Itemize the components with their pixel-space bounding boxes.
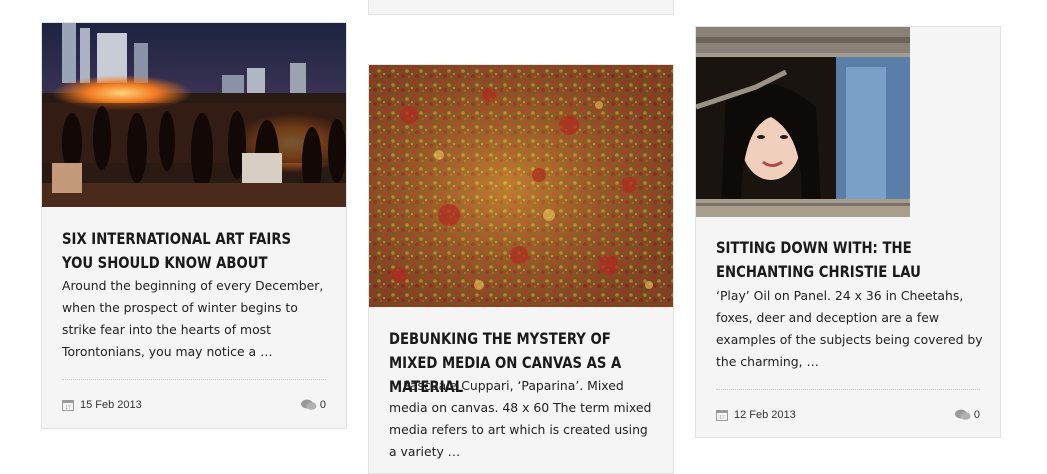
post-title: Six International Art Fairs You Should K… bbox=[62, 229, 292, 272]
divider bbox=[62, 379, 326, 380]
abstract-painting-image bbox=[369, 65, 673, 307]
comment-count-link[interactable]: 0 bbox=[954, 409, 980, 421]
post-date-text: 15 Feb 2013 bbox=[80, 399, 142, 411]
post-thumbnail[interactable] bbox=[42, 23, 346, 207]
post-card-partial bbox=[368, 0, 674, 15]
post-date-text: 12 Feb 2013 bbox=[734, 409, 796, 421]
post-date: 17 12 Feb 2013 bbox=[716, 409, 796, 421]
svg-text:17: 17 bbox=[719, 415, 725, 421]
comment-count: 0 bbox=[319, 399, 326, 411]
post-card: Six International Art Fairs You Should K… bbox=[41, 22, 347, 429]
calendar-icon: 17 bbox=[716, 410, 728, 421]
post-card: Debunking the Mystery of Mixed Media on … bbox=[368, 64, 674, 474]
portrait-image bbox=[696, 27, 910, 217]
post-thumbnail[interactable] bbox=[369, 65, 673, 307]
comment-count-link[interactable]: 0 bbox=[300, 399, 326, 411]
comment-count: 0 bbox=[973, 409, 980, 421]
post-excerpt: Around the beginning of every December, … bbox=[62, 278, 324, 359]
divider bbox=[716, 389, 980, 390]
post-excerpt: ‘Play’ Oil on Panel. 24 x 36 in Cheetahs… bbox=[716, 288, 983, 369]
post-excerpt: Pascuale Cuppari, ‘Paparina’. Mixed medi… bbox=[389, 378, 652, 459]
comment-icon bbox=[300, 399, 317, 410]
calendar-icon: 17 bbox=[62, 400, 74, 411]
svg-text:17: 17 bbox=[65, 405, 71, 411]
comment-icon bbox=[954, 409, 971, 420]
post-thumbnail[interactable] bbox=[696, 27, 910, 217]
art-fair-image bbox=[42, 23, 346, 207]
post-date: 17 15 Feb 2013 bbox=[62, 399, 142, 411]
post-card: Sitting Down With: The Enchanting Christ… bbox=[695, 26, 1001, 438]
post-title: Sitting Down With: The Enchanting Christ… bbox=[716, 238, 921, 281]
